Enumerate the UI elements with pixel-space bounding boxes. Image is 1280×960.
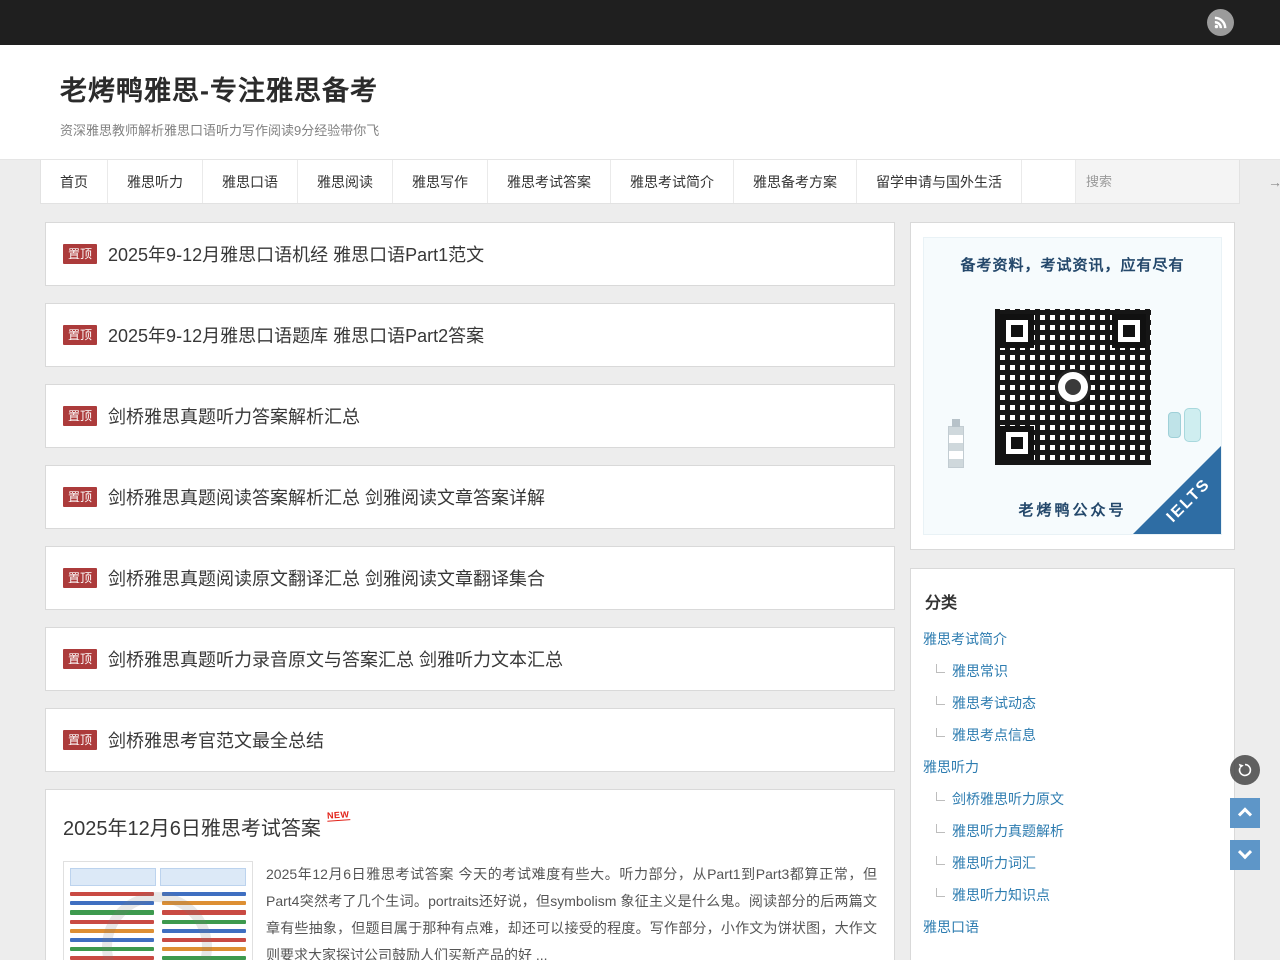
pinned-post-title[interactable]: 2025年9-12月雅思口语机经 雅思口语Part1范文 <box>108 241 484 267</box>
search-input[interactable] <box>1086 174 1262 189</box>
tree-connector-icon <box>936 728 945 737</box>
main-column: 置顶 2025年9-12月雅思口语机经 雅思口语Part1范文 置顶 2025年… <box>45 222 895 960</box>
chevron-down-icon <box>1238 845 1252 859</box>
bottle-icon <box>1168 412 1181 438</box>
tree-connector-icon <box>936 824 945 833</box>
refresh-icon <box>1237 762 1253 778</box>
pinned-post-title[interactable]: 2025年9-12月雅思口语题库 雅思口语Part2答案 <box>108 322 484 348</box>
pinned-post-card[interactable]: 置顶 剑桥雅思真题听力录音原文与答案汇总 剑雅听力文本汇总 <box>45 627 895 691</box>
site-header: 老烤鸭雅思-专注雅思备考 资深雅思教师解析雅思口语听力写作阅读9分经验带你飞 <box>0 45 1280 160</box>
search-submit-arrow[interactable]: → <box>1262 174 1280 190</box>
new-badge: NEW <box>327 809 350 822</box>
nav-item-speaking[interactable]: 雅思口语 <box>203 160 298 203</box>
site-subtitle: 资深雅思教师解析雅思口语听力写作阅读9分经验带你飞 <box>60 120 1220 139</box>
rss-icon <box>1213 15 1228 30</box>
pinned-badge: 置顶 <box>63 244 97 264</box>
pinned-post-card[interactable]: 置顶 剑桥雅思真题阅读答案解析汇总 剑雅阅读文章答案详解 <box>45 465 895 529</box>
scroll-down-button[interactable] <box>1230 840 1260 870</box>
tree-connector-icon <box>936 856 945 865</box>
site-title[interactable]: 老烤鸭雅思-专注雅思备考 <box>60 69 1220 108</box>
nav-item-reading[interactable]: 雅思阅读 <box>298 160 393 203</box>
subcategory-item[interactable]: 雅思考试动态 <box>923 687 1222 719</box>
sidebar: 备考资料，考试资讯，应有尽有 老烤鸭公众号 IELTS 分类 雅思考试简介 雅思… <box>910 222 1235 960</box>
categories-title: 分类 <box>925 589 1222 613</box>
subcategory-item[interactable]: 雅思听力知识点 <box>923 879 1222 911</box>
pinned-post-card[interactable]: 置顶 剑桥雅思真题阅读原文翻译汇总 剑雅阅读文章翻译集合 <box>45 546 895 610</box>
subcategory-item[interactable]: 雅思考点信息 <box>923 719 1222 751</box>
pinned-post-title[interactable]: 剑桥雅思真题听力录音原文与答案汇总 剑雅听力文本汇总 <box>108 646 563 672</box>
categories-widget: 分类 雅思考试简介 雅思常识 雅思考试动态 雅思考点信息 雅思听力 剑桥雅思听力… <box>910 568 1235 960</box>
nav-item-answers[interactable]: 雅思考试答案 <box>488 160 611 203</box>
nav-item-writing[interactable]: 雅思写作 <box>393 160 488 203</box>
tree-connector-icon <box>936 696 945 705</box>
qr-center-logo <box>1055 369 1091 405</box>
nav-item-plan[interactable]: 雅思备考方案 <box>734 160 857 203</box>
tree-connector-icon <box>936 792 945 801</box>
post-excerpt: 2025年12月6日雅思考试答案 今天的考试难度有些大。听力部分，从Part1到… <box>266 861 877 960</box>
promo-bottom-text: 老烤鸭公众号 <box>1018 499 1126 520</box>
refresh-button[interactable] <box>1230 755 1260 785</box>
pinned-post-card[interactable]: 置顶 2025年9-12月雅思口语机经 雅思口语Part1范文 <box>45 222 895 286</box>
wechat-promo-image[interactable]: 备考资料，考试资讯，应有尽有 老烤鸭公众号 IELTS <box>923 237 1222 535</box>
pinned-post-title[interactable]: 剑桥雅思真题阅读答案解析汇总 剑雅阅读文章答案详解 <box>108 484 545 510</box>
post-title[interactable]: 2025年12月6日雅思考试答案 <box>63 812 321 841</box>
chevron-up-icon <box>1238 807 1252 821</box>
pinned-badge: 置顶 <box>63 730 97 750</box>
subcategory-item[interactable]: 雅思常识 <box>923 655 1222 687</box>
subcategory-item[interactable]: 剑桥雅思听力原文 <box>923 783 1222 815</box>
search-box: → <box>1075 160 1239 203</box>
tree-connector-icon <box>936 888 945 897</box>
bottle-icon <box>1184 408 1201 442</box>
main-nav: 首页 雅思听力 雅思口语 雅思阅读 雅思写作 雅思考试答案 雅思考试简介 雅思备… <box>40 160 1240 204</box>
pinned-post-card[interactable]: 置顶 2025年9-12月雅思口语题库 雅思口语Part2答案 <box>45 303 895 367</box>
pinned-badge: 置顶 <box>63 649 97 669</box>
promo-card[interactable]: 备考资料，考试资讯，应有尽有 老烤鸭公众号 IELTS <box>910 222 1235 550</box>
pinned-badge: 置顶 <box>63 325 97 345</box>
pinned-post-title[interactable]: 剑桥雅思真题阅读原文翻译汇总 剑雅阅读文章翻译集合 <box>108 565 545 591</box>
nav-item-listening[interactable]: 雅思听力 <box>108 160 203 203</box>
pinned-badge: 置顶 <box>63 568 97 588</box>
category-item[interactable]: 雅思考试简介 <box>923 623 1222 655</box>
pinned-post-title[interactable]: 剑桥雅思真题听力答案解析汇总 <box>108 403 360 429</box>
post-thumbnail[interactable] <box>63 861 253 960</box>
topbar <box>0 0 1280 45</box>
subcategory-item[interactable]: 雅思听力词汇 <box>923 847 1222 879</box>
qr-code <box>995 309 1151 465</box>
rss-button[interactable] <box>1207 9 1234 36</box>
pinned-post-card[interactable]: 置顶 剑桥雅思真题听力答案解析汇总 <box>45 384 895 448</box>
pinned-post-card[interactable]: 置顶 剑桥雅思考官范文最全总结 <box>45 708 895 772</box>
lighthouse-icon <box>948 426 964 468</box>
scroll-up-button[interactable] <box>1230 798 1260 828</box>
subcategory-item[interactable]: 雅思听力真题解析 <box>923 815 1222 847</box>
nav-item-home[interactable]: 首页 <box>41 160 108 203</box>
category-item[interactable]: 雅思口语 <box>923 911 1222 943</box>
latest-post-card: 2025年12月6日雅思考试答案 NEW <box>45 789 895 960</box>
promo-top-text: 备考资料，考试资讯，应有尽有 <box>960 254 1184 275</box>
pinned-post-title[interactable]: 剑桥雅思考官范文最全总结 <box>108 727 324 753</box>
pinned-badge: 置顶 <box>63 406 97 426</box>
category-item[interactable]: 雅思听力 <box>923 751 1222 783</box>
nav-item-intro[interactable]: 雅思考试简介 <box>611 160 734 203</box>
pinned-badge: 置顶 <box>63 487 97 507</box>
nav-item-abroad[interactable]: 留学申请与国外生活 <box>857 160 1022 203</box>
tree-connector-icon <box>936 664 945 673</box>
